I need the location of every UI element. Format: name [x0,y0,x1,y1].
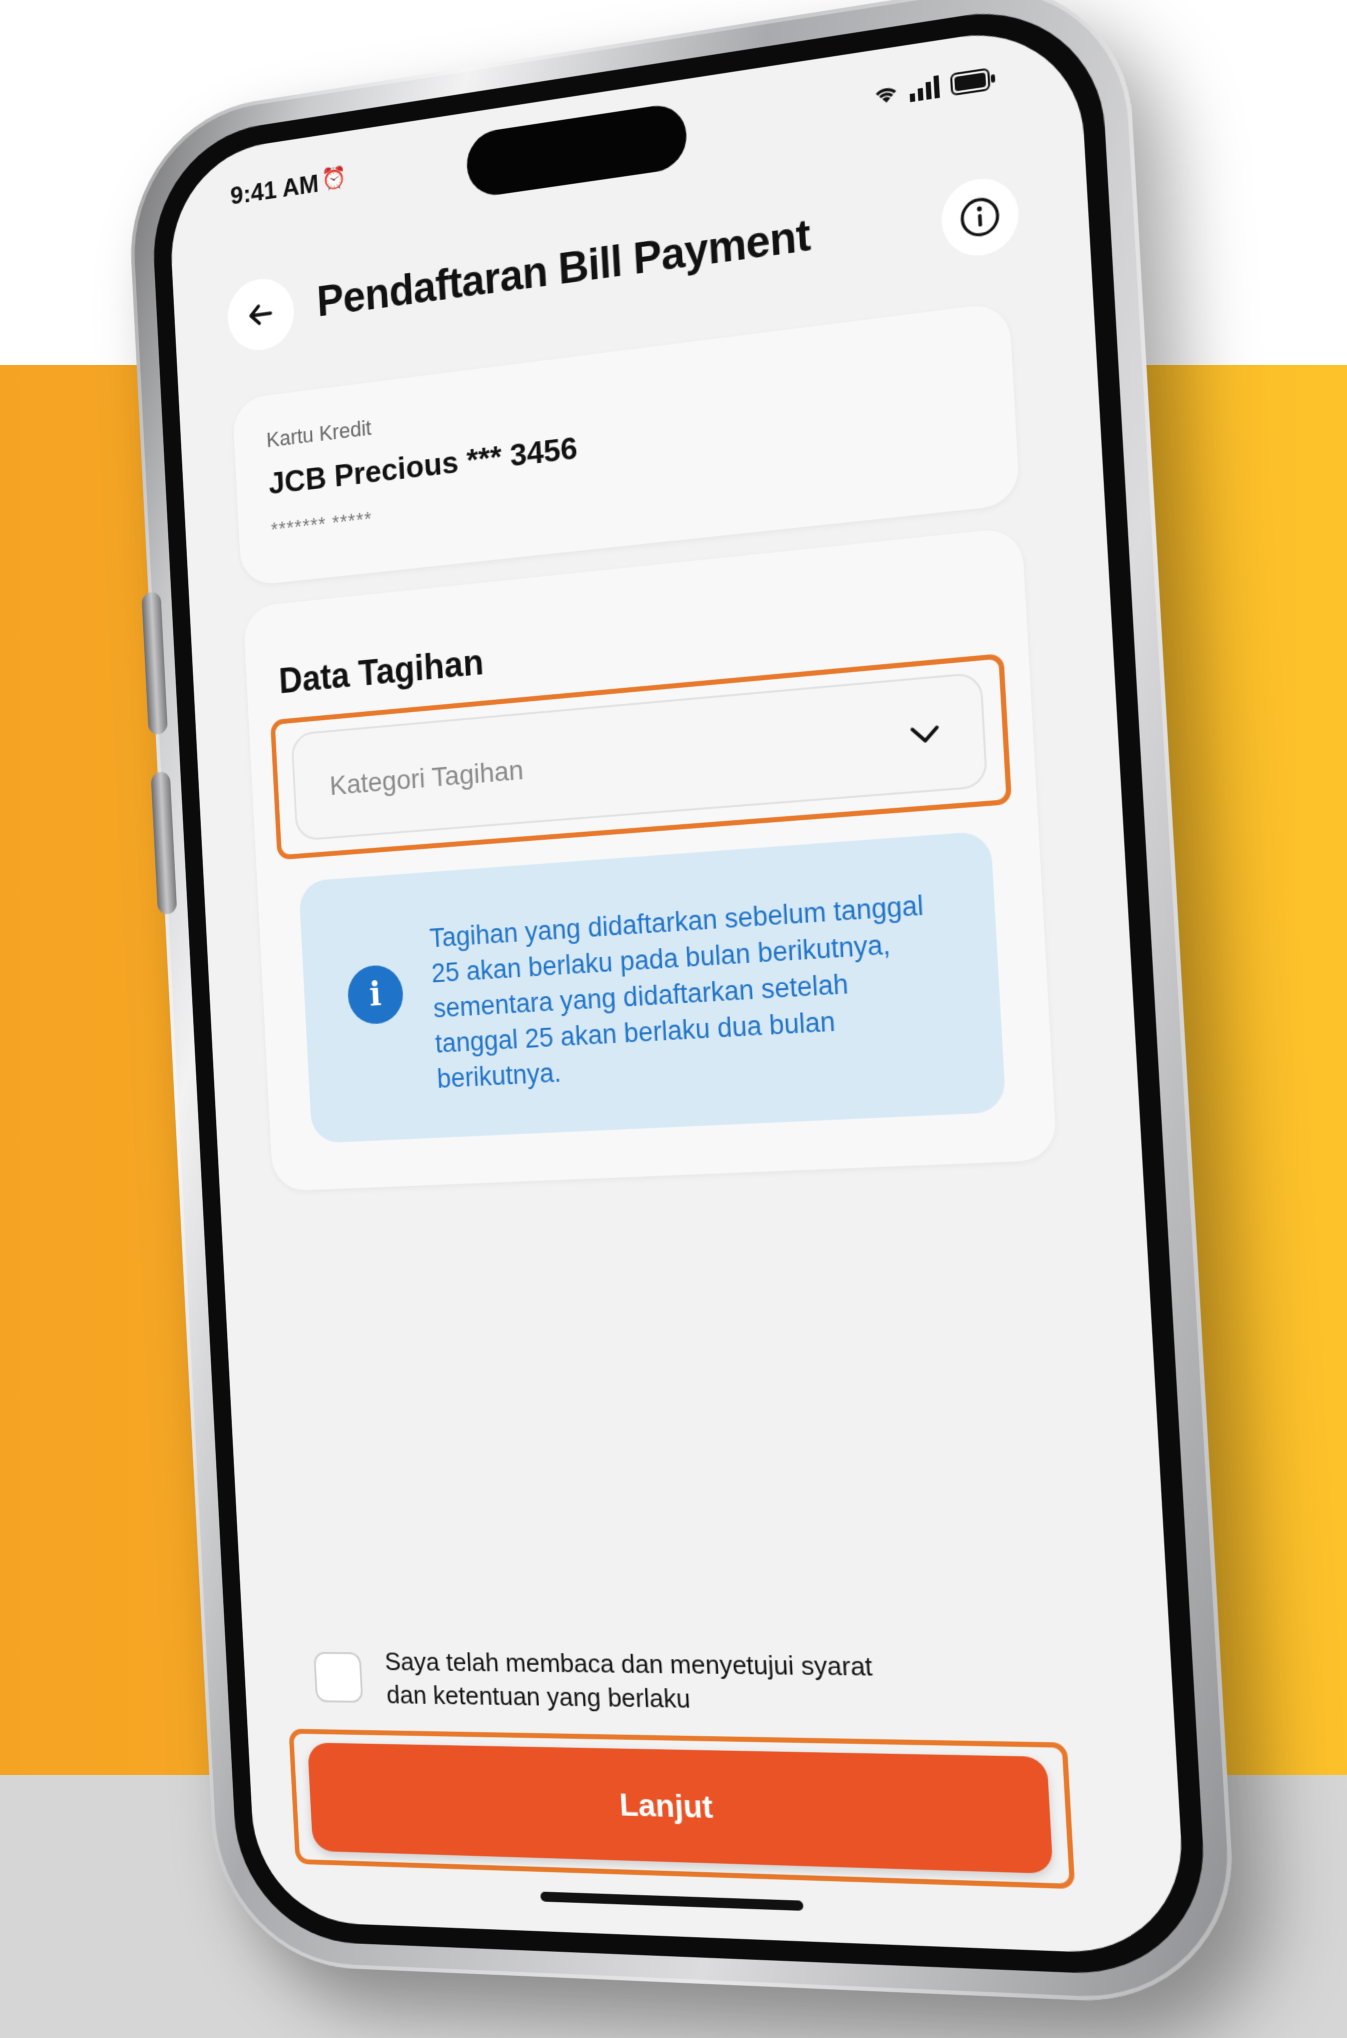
battery-icon [950,67,996,96]
next-button[interactable]: Lanjut [307,1742,1054,1874]
status-icons [872,67,996,108]
credit-card-label: Kartu Kredit [265,415,372,453]
credit-card-masked-number: ******* ***** [270,508,373,542]
bill-data-title: Data Tagihan [277,641,485,701]
signal-icon [909,75,940,103]
app-screen: 9:41 AM ⏰ Pendaftaran Bill Payment Kartu… [166,18,1188,1957]
info-icon [958,194,1002,241]
category-placeholder: Kategori Tagihan [328,754,525,801]
wifi-icon [872,82,900,106]
home-indicator [540,1891,804,1911]
page-title: Pendaftaran Bill Payment [315,210,812,327]
arrow-left-icon [245,296,277,333]
status-time: 9:41 AM [229,168,320,211]
info-button[interactable] [939,173,1021,261]
alarm-icon: ⏰ [320,164,347,193]
info-icon: i [346,963,405,1026]
agreement-text: Saya telah membaca dan menyetujui syarat… [384,1646,874,1714]
info-notice: i Tagihan yang didaftarkan sebelum tangg… [298,830,1007,1144]
back-button[interactable] [225,274,296,355]
agreement-checkbox[interactable] [313,1651,364,1703]
chevron-down-icon [903,712,946,756]
phone-mockup: 9:41 AM ⏰ Pendaftaran Bill Payment Kartu… [124,0,1241,2008]
info-notice-text: Tagihan yang didaftarkan sebelum tanggal… [428,890,925,1094]
bill-data-card: Data Tagihan Kategori Tagihan i Tagihan … [242,526,1058,1192]
dynamic-island [465,101,689,199]
